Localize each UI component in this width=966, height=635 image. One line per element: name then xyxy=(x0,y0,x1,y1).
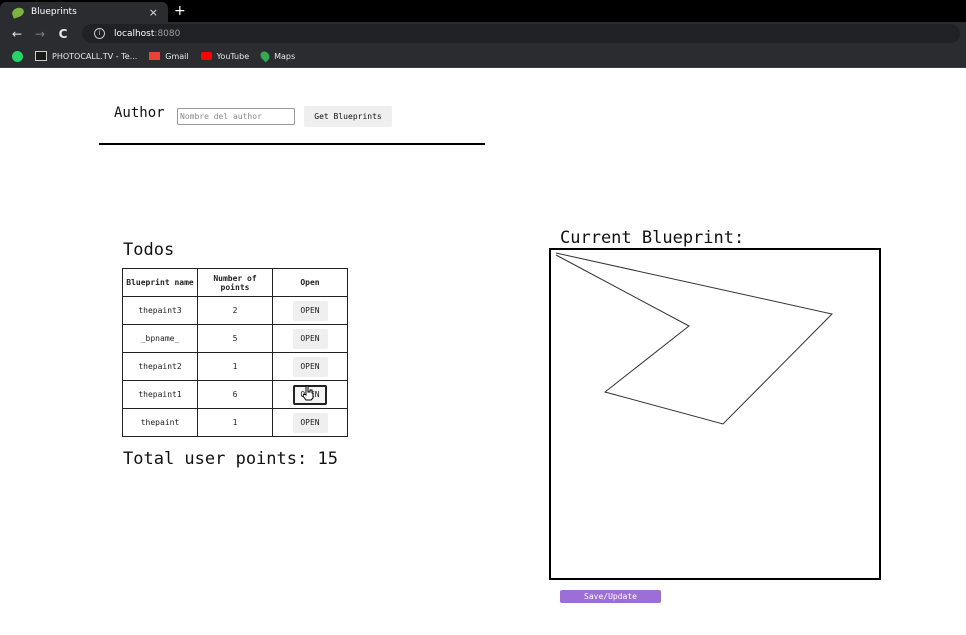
author-list-title: Todos xyxy=(123,240,175,260)
divider xyxy=(99,143,485,145)
tab-title: Blueprints xyxy=(31,7,77,17)
bookmark-label: PHOTOCALL.TV - Te... xyxy=(52,51,138,61)
bookmark-label: Maps xyxy=(274,51,296,61)
back-arrow-icon[interactable]: ← xyxy=(10,27,24,41)
author-input[interactable] xyxy=(177,108,295,125)
author-label: Author xyxy=(114,105,165,121)
open-button[interactable]: OPEN xyxy=(292,412,328,433)
tv-icon xyxy=(35,51,47,61)
bookmarks-bar: PHOTOCALL.TV - Te... Gmail YouTube Maps xyxy=(0,45,966,68)
blueprint-name-cell: thepaint xyxy=(122,408,198,437)
points-cell: 6 xyxy=(197,380,273,409)
youtube-icon xyxy=(200,52,212,60)
blueprint-canvas[interactable] xyxy=(549,248,881,580)
close-tab-icon[interactable]: × xyxy=(149,6,158,19)
table-row: thepaint3 2 OPEN xyxy=(122,296,348,325)
table-row: thepaint2 1 OPEN xyxy=(122,352,348,381)
bookmark-label: Gmail xyxy=(165,51,189,61)
table-header-row: Blueprint name Number of points Open xyxy=(122,268,348,297)
open-button[interactable]: OPEN xyxy=(292,328,328,349)
new-tab-button[interactable]: + xyxy=(174,3,186,19)
url-host: localhost xyxy=(114,28,155,39)
bookmark-youtube[interactable]: YouTube xyxy=(200,51,250,61)
browser-tab-bar: Blueprints × + xyxy=(0,0,966,22)
open-cell: OPEN xyxy=(272,408,348,437)
points-cell: 5 xyxy=(197,324,273,353)
save-update-button[interactable]: Save/Update xyxy=(560,590,661,603)
url-port: :8080 xyxy=(154,28,181,39)
blueprints-table: Blueprint name Number of points Open the… xyxy=(122,268,348,437)
points-cell: 2 xyxy=(197,296,273,325)
open-button[interactable]: OPEN xyxy=(292,300,328,321)
bookmark-gmail[interactable]: Gmail xyxy=(149,51,189,61)
header-number-of-points: Number of points xyxy=(197,268,273,297)
blueprint-polyline xyxy=(555,252,833,425)
gmail-icon xyxy=(149,52,161,60)
open-cell: OPEN xyxy=(272,324,348,353)
maps-icon xyxy=(258,49,272,63)
reload-icon[interactable]: C xyxy=(56,27,70,41)
open-cell: OPEN xyxy=(272,296,348,325)
hand-cursor-icon xyxy=(302,385,314,401)
blueprint-name-cell: thepaint2 xyxy=(122,352,198,381)
address-bar[interactable]: i localhost:8080 xyxy=(82,24,960,43)
total-user-points: Total user points: 15 xyxy=(123,449,338,469)
get-blueprints-button[interactable]: Get Blueprints xyxy=(304,106,392,127)
browser-toolbar: ← → C i localhost:8080 xyxy=(0,22,966,45)
blueprint-name-cell: thepaint3 xyxy=(122,296,198,325)
bookmark-photocall[interactable]: PHOTOCALL.TV - Te... xyxy=(35,51,137,61)
spring-leaf-icon xyxy=(10,5,26,19)
header-open: Open xyxy=(272,268,348,297)
points-cell: 1 xyxy=(197,408,273,437)
whatsapp-icon[interactable] xyxy=(12,50,23,62)
browser-tab[interactable]: Blueprints × xyxy=(0,2,168,22)
blueprint-name-cell: thepaint1 xyxy=(122,380,198,409)
bookmark-maps[interactable]: Maps xyxy=(258,49,296,63)
header-blueprint-name: Blueprint name xyxy=(122,268,198,297)
info-icon[interactable]: i xyxy=(94,28,105,39)
blueprint-name-cell: _bpname_ xyxy=(122,324,198,353)
current-blueprint-title: Current Blueprint: xyxy=(560,228,745,248)
table-row: _bpname_ 5 OPEN xyxy=(122,324,348,353)
bookmark-label: YouTube xyxy=(216,51,250,61)
blueprint-drawing xyxy=(555,252,833,425)
points-cell: 1 xyxy=(197,352,273,381)
open-button[interactable]: OPEN xyxy=(292,356,328,377)
open-cell: OPEN xyxy=(272,352,348,381)
table-row: thepaint 1 OPEN xyxy=(122,408,348,437)
forward-arrow-icon[interactable]: → xyxy=(33,27,47,41)
